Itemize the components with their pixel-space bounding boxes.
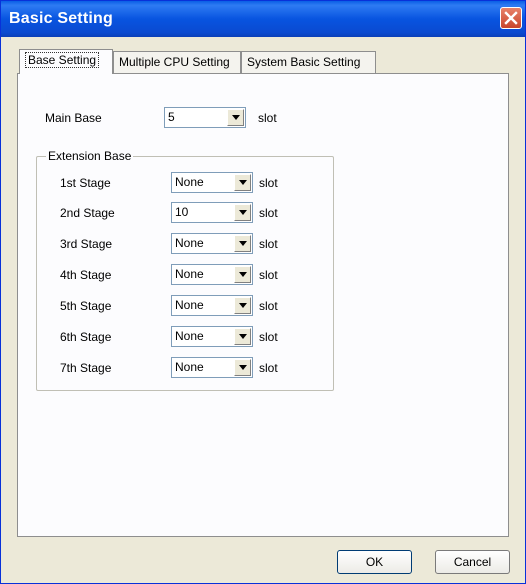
stage-label: 4th Stage bbox=[60, 268, 112, 282]
stage-unit: slot bbox=[259, 299, 278, 313]
chevron-down-icon bbox=[239, 180, 247, 185]
stage-value: 10 bbox=[175, 205, 189, 219]
stage-value: None bbox=[175, 298, 204, 312]
stage-label: 5th Stage bbox=[60, 299, 112, 313]
stage-select[interactable]: None bbox=[171, 233, 253, 254]
dropdown-button[interactable] bbox=[234, 204, 251, 221]
stage-value: None bbox=[175, 175, 204, 189]
chevron-down-icon bbox=[232, 115, 240, 120]
window-title: Basic Setting bbox=[9, 10, 113, 27]
stage-select[interactable]: None bbox=[171, 295, 253, 316]
dropdown-button[interactable] bbox=[234, 328, 251, 345]
chevron-down-icon bbox=[239, 303, 247, 308]
stage-unit: slot bbox=[259, 268, 278, 282]
stage-label: 1st Stage bbox=[60, 176, 111, 190]
stage-label: 7th Stage bbox=[60, 361, 112, 375]
chevron-down-icon bbox=[239, 210, 247, 215]
stage-select[interactable]: None bbox=[171, 264, 253, 285]
tab-system-basic-setting[interactable]: System Basic Setting bbox=[241, 51, 376, 73]
stage-unit: slot bbox=[259, 176, 278, 190]
dropdown-button[interactable] bbox=[234, 266, 251, 283]
main-base-select[interactable]: 5 bbox=[164, 107, 246, 128]
cancel-button[interactable]: Cancel bbox=[435, 550, 510, 574]
title-bar[interactable]: Basic Setting bbox=[1, 1, 525, 37]
stage-unit: slot bbox=[259, 361, 278, 375]
close-button[interactable] bbox=[500, 7, 522, 29]
stage-label: 6th Stage bbox=[60, 330, 112, 344]
stage-select[interactable]: None bbox=[171, 172, 253, 193]
stage-unit: slot bbox=[259, 237, 278, 251]
stage-select[interactable]: 10 bbox=[171, 202, 253, 223]
tab-label: Base Setting bbox=[25, 52, 100, 68]
stage-value: None bbox=[175, 329, 204, 343]
extension-base-legend: Extension Base bbox=[46, 149, 134, 163]
basic-setting-dialog: Basic Setting Base Setting Multiple CPU … bbox=[0, 0, 526, 584]
tab-base-setting[interactable]: Base Setting bbox=[19, 49, 113, 74]
dropdown-button[interactable] bbox=[234, 297, 251, 314]
tab-label: System Basic Setting bbox=[247, 55, 361, 69]
chevron-down-icon bbox=[239, 365, 247, 370]
chevron-down-icon bbox=[239, 241, 247, 246]
dropdown-button[interactable] bbox=[227, 109, 244, 126]
stage-label: 3rd Stage bbox=[60, 237, 113, 251]
stage-label: 2nd Stage bbox=[60, 206, 115, 220]
stage-value: None bbox=[175, 236, 204, 250]
dropdown-button[interactable] bbox=[234, 359, 251, 376]
stage-unit: slot bbox=[259, 330, 278, 344]
chevron-down-icon bbox=[239, 272, 247, 277]
stage-value: None bbox=[175, 360, 204, 374]
close-icon bbox=[504, 11, 518, 25]
main-base-unit: slot bbox=[258, 111, 277, 125]
dropdown-button[interactable] bbox=[234, 174, 251, 191]
stage-value: None bbox=[175, 267, 204, 281]
stage-select[interactable]: None bbox=[171, 357, 253, 378]
main-base-label: Main Base bbox=[45, 111, 102, 125]
dropdown-button[interactable] bbox=[234, 235, 251, 252]
stage-unit: slot bbox=[259, 206, 278, 220]
tab-multiple-cpu-setting[interactable]: Multiple CPU Setting bbox=[113, 51, 241, 73]
tab-label: Multiple CPU Setting bbox=[119, 55, 230, 69]
stage-select[interactable]: None bbox=[171, 326, 253, 347]
main-base-value: 5 bbox=[168, 110, 175, 124]
base-setting-panel: Main Base 5 slot Extension Base 1st Stag… bbox=[17, 73, 509, 537]
ok-button[interactable]: OK bbox=[337, 550, 412, 574]
chevron-down-icon bbox=[239, 334, 247, 339]
